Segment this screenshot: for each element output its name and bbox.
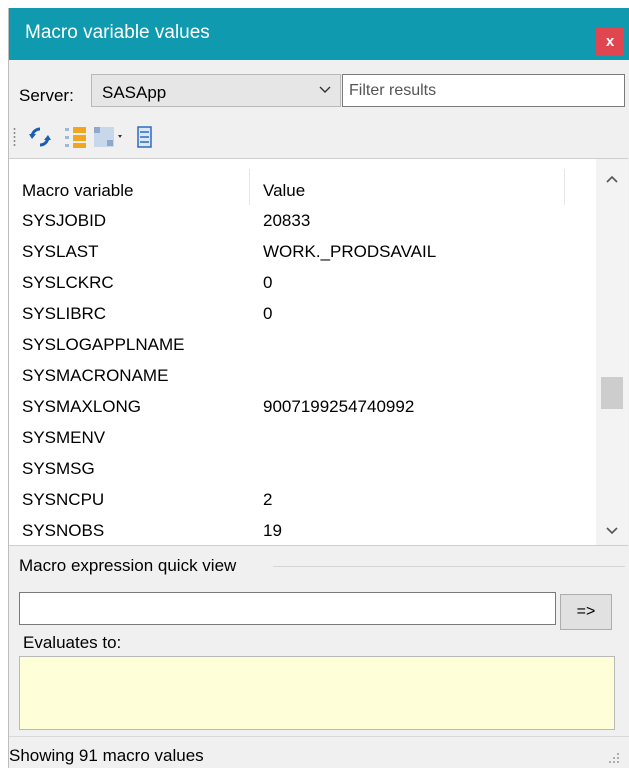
macro-variable-value: WORK._PRODSAVAIL bbox=[263, 242, 437, 261]
refresh-icon[interactable] bbox=[27, 125, 53, 149]
column-separator[interactable] bbox=[249, 169, 250, 205]
list-view-icon[interactable] bbox=[135, 125, 155, 149]
resize-grip-icon[interactable] bbox=[606, 750, 620, 764]
evaluation-result-box bbox=[19, 656, 615, 730]
column-header-row: Macro variable Value bbox=[9, 169, 589, 205]
macro-variable-name: SYSLIBRC bbox=[22, 304, 107, 323]
macro-variable-list[interactable]: Macro variable Value SYSJOBID 20833 SYSLA… bbox=[9, 158, 628, 546]
macro-variable-name: SYSLOGAPPLNAME bbox=[22, 335, 185, 354]
tree-view-icon[interactable] bbox=[63, 125, 89, 149]
table-row[interactable]: SYSNOBS 19 bbox=[9, 515, 589, 546]
scroll-down-arrow-icon[interactable] bbox=[596, 517, 628, 545]
quick-view-group-title: Macro expression quick view bbox=[19, 556, 241, 576]
macro-variable-name: SYSMAXLONG bbox=[22, 397, 142, 416]
table-row[interactable]: SYSLIBRC 0 bbox=[9, 298, 589, 329]
status-text: Showing 91 macro values bbox=[9, 746, 204, 765]
server-row: Server: SASApp bbox=[9, 60, 629, 116]
macro-variable-value: 2 bbox=[263, 490, 273, 509]
macro-variable-name: SYSNCPU bbox=[22, 490, 105, 509]
macro-variable-name: SYSMENV bbox=[22, 428, 106, 447]
table-row[interactable]: SYSMSG bbox=[9, 453, 589, 484]
server-dropdown[interactable]: SASApp bbox=[91, 74, 341, 107]
title-bar[interactable]: Macro variable values x bbox=[9, 8, 629, 60]
macro-variable-value: 0 bbox=[263, 304, 273, 323]
macro-variable-name: SYSMSG bbox=[22, 459, 95, 478]
macro-variable-value: 9007199254740992 bbox=[263, 397, 415, 416]
status-bar: Showing 91 macro values bbox=[9, 736, 629, 768]
toolbar-grip[interactable] bbox=[13, 127, 16, 147]
table-row[interactable]: SYSMENV bbox=[9, 422, 589, 453]
scrollbar-thumb[interactable] bbox=[601, 377, 623, 409]
macro-variable-name: SYSNOBS bbox=[22, 521, 105, 540]
macro-variable-value: 0 bbox=[263, 273, 273, 292]
table-row[interactable]: SYSLCKRC 0 bbox=[9, 267, 589, 298]
column-header-value[interactable]: Value bbox=[263, 181, 305, 201]
table-row[interactable]: SYSMACRONAME bbox=[9, 360, 589, 391]
macro-variable-name: SYSLAST bbox=[22, 242, 99, 261]
table-row[interactable]: SYSLOGAPPLNAME bbox=[9, 329, 589, 360]
table-row[interactable]: SYSLAST WORK._PRODSAVAIL bbox=[9, 236, 589, 267]
server-value: SASApp bbox=[102, 83, 167, 102]
table-body: SYSJOBID 20833 SYSLAST WORK._PRODSAVAIL SY… bbox=[9, 205, 589, 546]
grid-view-dropdown-icon[interactable] bbox=[93, 125, 127, 149]
evaluate-button[interactable]: => bbox=[560, 594, 612, 630]
toolbar bbox=[9, 116, 629, 158]
column-header-macro-variable[interactable]: Macro variable bbox=[22, 181, 134, 201]
macro-variable-values-window: Macro variable values x Server: SASApp F… bbox=[8, 8, 629, 768]
macro-variable-name: SYSMACRONAME bbox=[22, 366, 169, 385]
macro-variable-value: 20833 bbox=[263, 211, 311, 230]
group-divider bbox=[273, 566, 625, 567]
table-row[interactable]: SYSNCPU 2 bbox=[9, 484, 589, 515]
close-button[interactable]: x bbox=[596, 28, 624, 56]
evaluates-to-label: Evaluates to: bbox=[23, 633, 122, 652]
server-label: Server: bbox=[19, 86, 74, 105]
macro-variable-value: 19 bbox=[263, 521, 282, 540]
table-row[interactable]: SYSJOBID 20833 bbox=[9, 205, 589, 236]
vertical-scrollbar[interactable] bbox=[596, 159, 628, 545]
filter-results-input[interactable] bbox=[342, 74, 625, 107]
macro-variable-name: SYSLCKRC bbox=[22, 273, 114, 292]
scroll-up-arrow-icon[interactable] bbox=[596, 165, 628, 193]
window-title: Macro variable values bbox=[25, 22, 210, 43]
macro-variable-name: SYSJOBID bbox=[22, 211, 107, 230]
macro-expression-input[interactable] bbox=[19, 592, 556, 625]
chevron-down-icon bbox=[319, 86, 331, 93]
table-row[interactable]: SYSMAXLONG 9007199254740992 bbox=[9, 391, 589, 422]
column-separator[interactable] bbox=[564, 169, 565, 205]
